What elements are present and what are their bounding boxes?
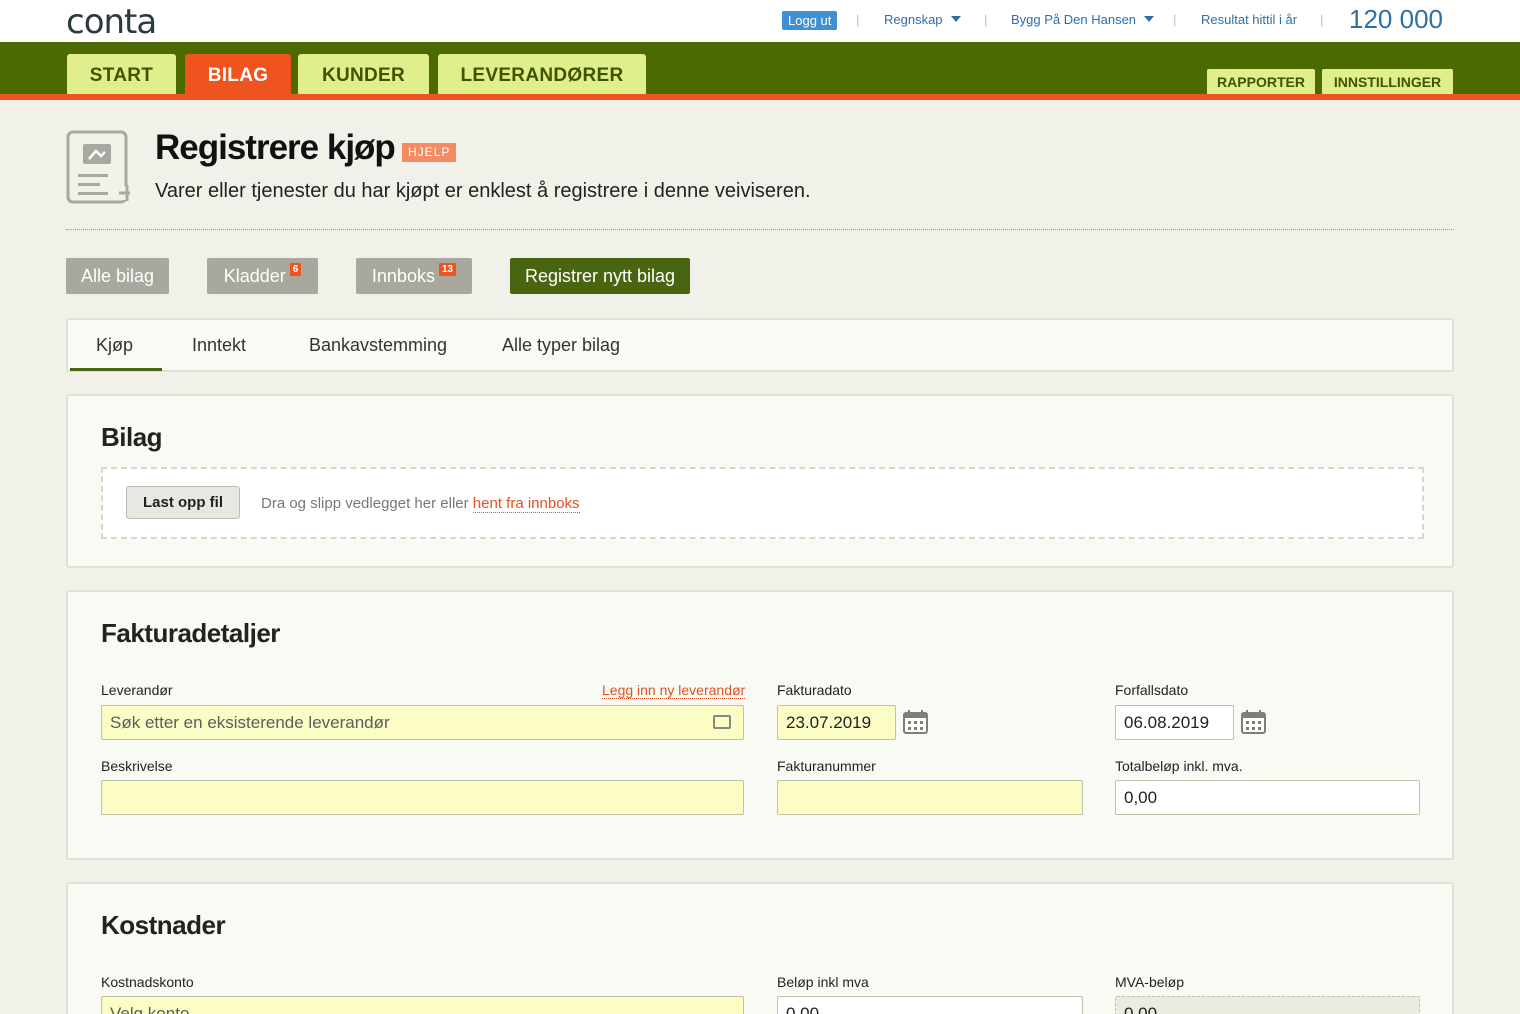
subtab-kjop[interactable]: Kjøp [96,335,133,356]
logout-button[interactable]: Logg ut [782,11,838,30]
invoice-details-panel: Fakturadetaljer Leverandør Legg inn ny l… [66,590,1454,860]
result-label[interactable]: Resultat hittil i år [1201,12,1297,27]
upload-file-button[interactable]: Last opp fil [126,486,240,519]
invoice-number-input[interactable] [777,780,1083,815]
dropzone-instruction: Dra og slipp vedlegget her eller [261,495,473,512]
vat-amount-field: 0,00 [1115,996,1420,1014]
help-button[interactable]: HJELP [402,143,457,162]
company-menu[interactable]: Bygg På Den Hansen [1011,12,1155,27]
separator: | [856,12,860,27]
page-subtitle: Varer eller tjenester du har kjøpt er en… [155,180,811,202]
cost-account-placeholder: Velg konto [110,1004,190,1014]
inbox-count-badge: 13 [438,263,457,276]
document-add-icon [66,130,130,204]
contact-card-icon[interactable] [713,715,731,729]
invoice-date-label: Fakturadato [777,682,852,698]
file-dropzone[interactable]: Last opp fil Dra og slipp vedlegget her … [101,467,1424,539]
separator: | [1173,12,1177,27]
drafts-label: Kladder [223,266,286,286]
register-new-bilag-button[interactable]: Registrer nytt bilag [510,258,690,294]
due-date-label: Forfallsdato [1115,682,1189,698]
bilag-title: Bilag [101,422,163,452]
supplier-placeholder: Søk etter en eksisterende leverandør [110,713,390,732]
page-title: Registrere kjøp [155,128,396,167]
calendar-icon[interactable] [903,710,928,734]
conta-logo[interactable]: conta [66,2,157,42]
cost-account-label: Kostnadskonto [101,974,194,990]
costs-panel: Kostnader Kostnadskonto Velg konto Beløp… [66,882,1454,1014]
top-bar: conta Logg ut | Regnskap | Bygg På Den H… [0,0,1520,42]
subtab-alle-typer[interactable]: Alle typer bilag [502,335,620,356]
description-label: Beskrivelse [101,758,173,774]
separator: | [1320,12,1324,27]
divider [66,229,1454,230]
due-date-input[interactable]: 06.08.2019 [1115,705,1234,740]
amount-label: Beløp inkl mva [777,974,869,990]
nav-tab-innstillinger[interactable]: INNSTILLINGER [1322,69,1453,94]
drafts-count-badge: 6 [289,263,302,276]
supplier-search-input[interactable]: Søk etter en eksisterende leverandør [101,705,744,740]
regnskap-menu[interactable]: Regnskap [884,12,961,27]
bilag-panel: Bilag Last opp fil Dra og slipp vedlegge… [66,394,1454,568]
subtab-bankavstemming[interactable]: Bankavstemming [309,335,447,356]
costs-title: Kostnader [101,910,226,940]
add-supplier-link[interactable]: Legg inn ny leverandør [602,682,746,699]
fetch-from-inbox-link[interactable]: hent fra innboks [472,495,580,513]
active-subtab-indicator [70,368,162,371]
company-label: Bygg På Den Hansen [1011,12,1137,27]
separator: | [984,12,988,27]
description-input[interactable] [101,780,744,815]
inbox-label: Innboks [371,266,435,286]
regnskap-label: Regnskap [884,12,943,27]
all-bilag-button[interactable]: Alle bilag [66,258,169,294]
nav-tab-bilag[interactable]: BILAG [185,54,291,96]
chevron-down-icon [1144,16,1155,22]
total-amount-input[interactable]: 0,00 [1115,780,1420,815]
drafts-button[interactable]: Kladder 6 [207,258,318,294]
total-amount-label: Totalbeløp inkl. mva. [1115,758,1243,774]
invoice-number-label: Fakturanummer [777,758,876,774]
inbox-button[interactable]: Innboks 13 [356,258,472,294]
invoice-date-input[interactable]: 23.07.2019 [777,705,896,740]
nav-tab-rapporter[interactable]: RAPPORTER [1207,69,1315,94]
vat-amount-label: MVA-beløp [1115,974,1184,990]
subtab-inntekt[interactable]: Inntekt [192,335,246,356]
supplier-label: Leverandør [101,682,173,698]
nav-tab-kunder[interactable]: KUNDER [298,54,429,94]
invoice-details-title: Fakturadetaljer [101,618,280,648]
cost-account-select[interactable]: Velg konto [101,996,744,1014]
dropzone-text: Dra og slipp vedlegget her eller hent fr… [261,495,580,513]
nav-tab-leverandorer[interactable]: LEVERANDØRER [438,54,646,94]
calendar-icon[interactable] [1241,710,1266,734]
result-value[interactable]: 120 000 [1349,4,1443,35]
chevron-down-icon [950,16,961,22]
subtabs: Kjøp Inntekt Bankavstemming Alle typer b… [66,318,1454,372]
amount-input[interactable]: 0,00 [777,996,1083,1014]
nav-tab-start[interactable]: START [67,54,176,94]
